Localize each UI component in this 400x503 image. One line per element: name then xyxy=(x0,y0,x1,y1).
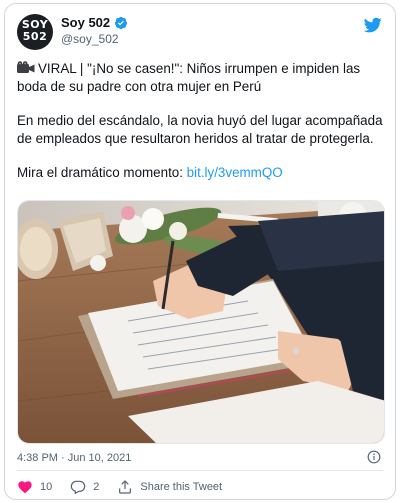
tweet-actions: 10 2 Share this Tweet xyxy=(17,478,240,496)
verified-badge-icon xyxy=(115,16,128,29)
tweet-card[interactable]: SOY 502 Soy 502 @soy_502 VIRAL | "¡No se… xyxy=(4,3,396,500)
avatar-logo-line2: 502 xyxy=(22,30,48,43)
tweet-photo[interactable] xyxy=(17,200,385,444)
heart-icon xyxy=(18,481,32,494)
author-block: Soy 502 @soy_502 xyxy=(61,15,128,46)
like-count: 10 xyxy=(40,481,53,493)
tweet-text: VIRAL | "¡No se casen!": Niños irrumpen … xyxy=(17,60,385,199)
tweet-link[interactable]: bit.ly/3vemmQO xyxy=(187,165,283,180)
tweet-header: SOY 502 Soy 502 @soy_502 xyxy=(17,14,383,54)
author-display-name[interactable]: Soy 502 xyxy=(61,15,110,30)
movie-camera-icon xyxy=(17,61,35,73)
share-label: Share this Tweet xyxy=(140,481,223,493)
like-button[interactable]: 10 xyxy=(17,479,52,495)
tweet-timestamp[interactable]: 4:38 PM · Jun 10, 2021 xyxy=(17,452,131,464)
tweet-cta: Mira el dramático momento: bit.ly/3vemmQ… xyxy=(17,164,385,182)
tweet-headline-paragraph: VIRAL | "¡No se casen!": Niños irrumpen … xyxy=(17,60,385,95)
reply-bubble-icon xyxy=(70,480,86,495)
reply-button[interactable]: 2 xyxy=(70,479,99,495)
wedding-signing-image xyxy=(18,201,384,443)
reply-count: 2 xyxy=(93,481,100,493)
tweet-cta-prefix: Mira el dramático momento: xyxy=(17,165,187,180)
actions-divider xyxy=(17,470,383,471)
avatar-logo-text: SOY 502 xyxy=(17,19,53,43)
avatar[interactable]: SOY 502 xyxy=(17,14,53,50)
tweet-headline: VIRAL | "¡No se casen!": Niños irrumpen … xyxy=(17,61,361,94)
info-icon[interactable] xyxy=(367,450,381,464)
author-handle[interactable]: @soy_502 xyxy=(61,32,128,46)
share-button[interactable]: Share this Tweet xyxy=(117,479,222,495)
tweet-paragraph: En medio del escándalo, la novia huyó de… xyxy=(17,113,383,146)
share-upload-icon xyxy=(119,480,132,494)
twitter-bird-icon[interactable] xyxy=(363,16,383,34)
